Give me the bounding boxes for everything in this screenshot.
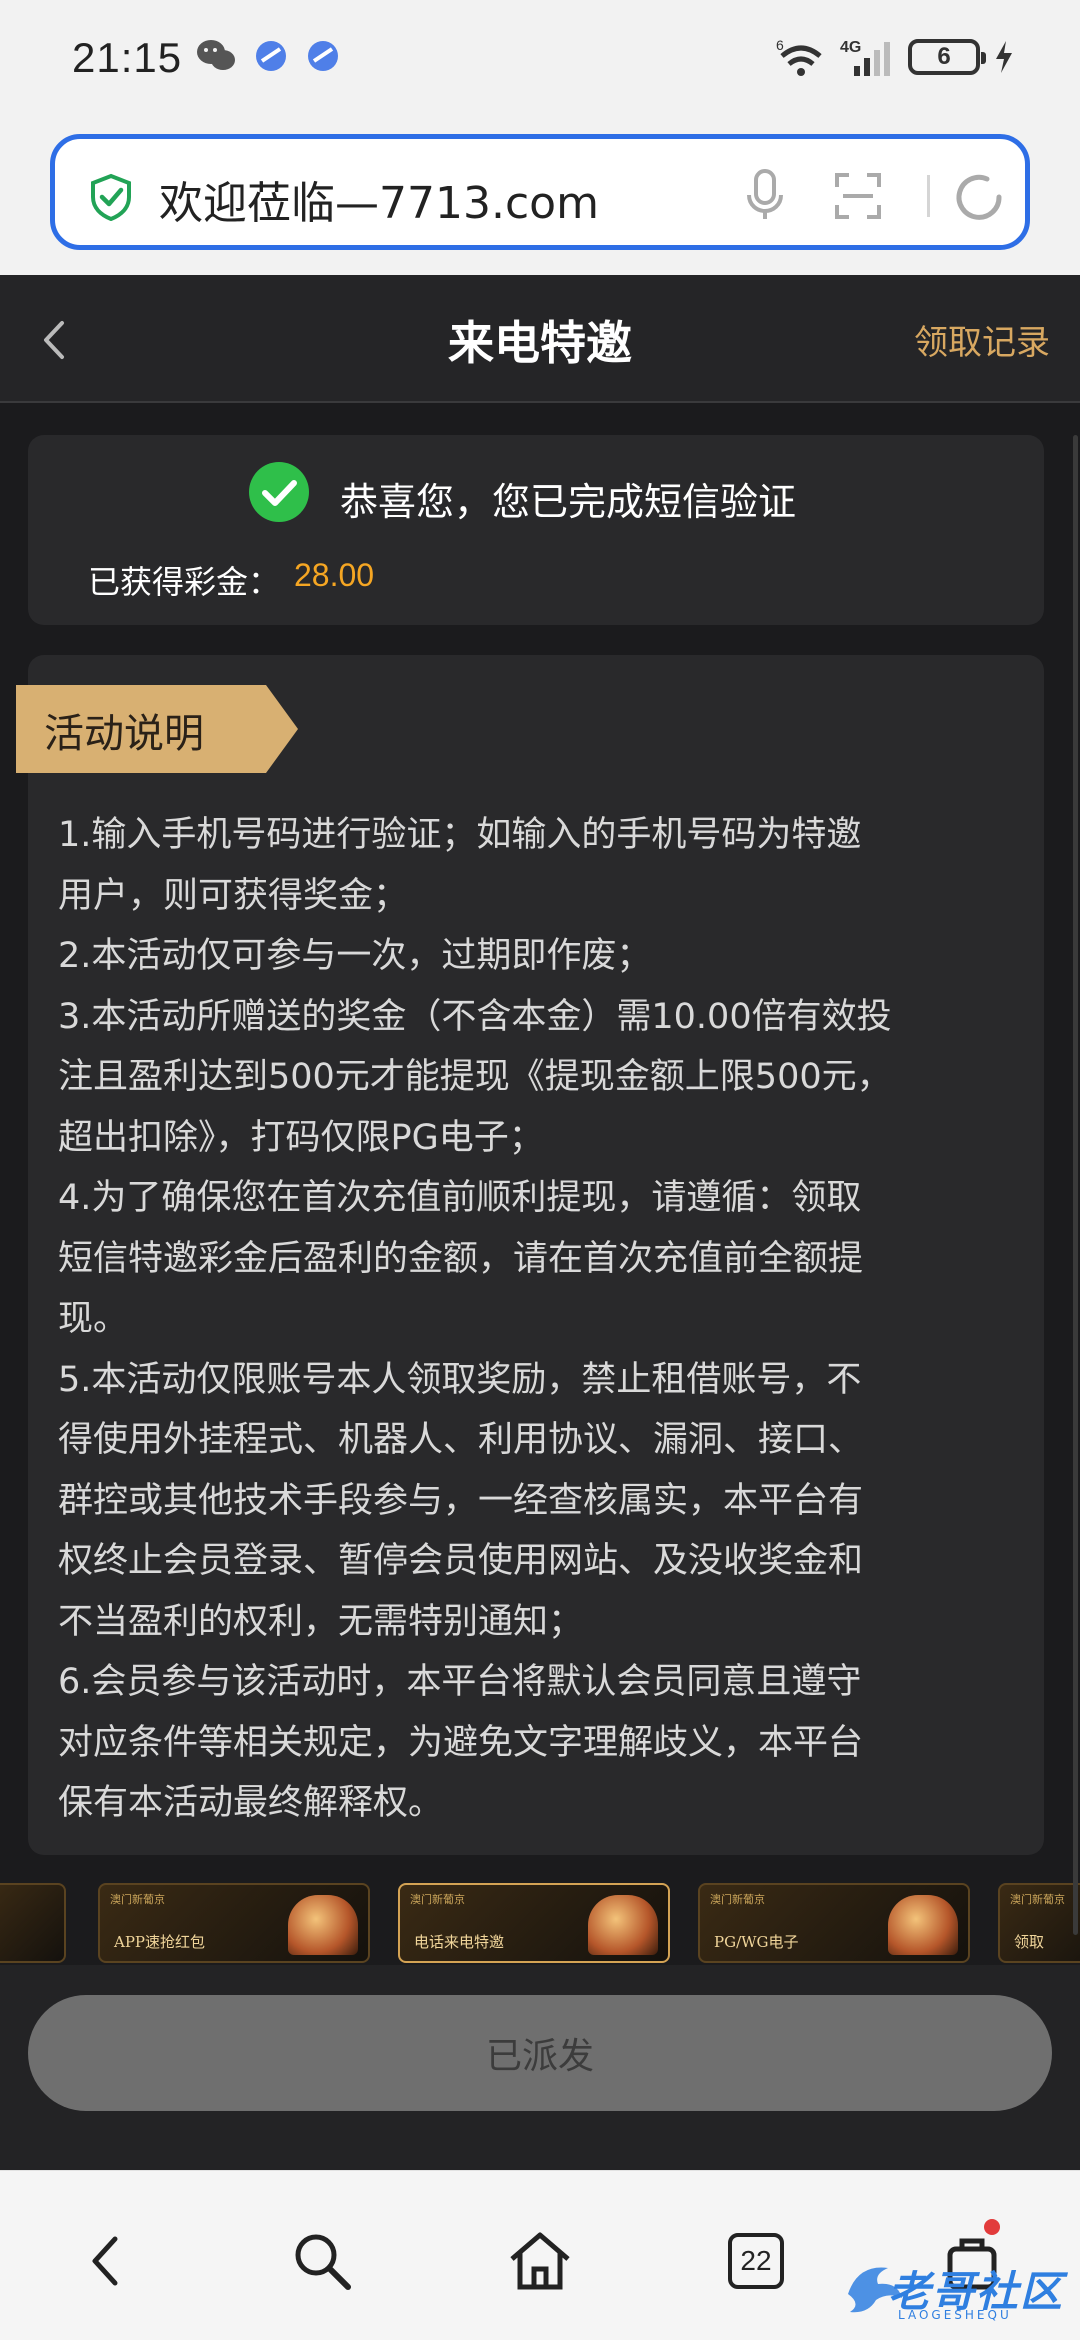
rule-line: 现。 — [58, 1299, 129, 1339]
rule-line: 对应条件等相关规定，为避免文字理解歧义，本平台 — [58, 1722, 864, 1763]
dispatched-button[interactable]: 已派发 — [28, 1995, 1052, 2111]
banner-title: 电话来电特邀 — [414, 1933, 505, 1951]
nav-home-button[interactable] — [500, 2221, 580, 2301]
claim-records-link[interactable]: 领取记录 — [914, 315, 1050, 364]
bonus-label: 已获得彩金： — [88, 563, 281, 601]
nav-back-button[interactable] — [66, 2221, 146, 2301]
promo-banner[interactable]: 澳门新葡京 领取 — [998, 1883, 1080, 1963]
divider — [927, 175, 930, 217]
status-bar: 21:15 6 4G 6 — [0, 0, 1080, 120]
banner-title: PG/WG电子 — [714, 1933, 799, 1951]
url-text[interactable]: 欢迎莅临—7713.com — [159, 167, 599, 231]
rule-line: 3.本活动所赠送的奖金（不含本金）需10.00倍有效投 — [58, 996, 892, 1037]
check-circle-icon — [249, 462, 309, 522]
rule-line: 5.本活动仅限账号本人领取奖励，禁止租借账号，不 — [58, 1359, 862, 1400]
promo-banner-active[interactable]: 澳门新葡京 电话来电特邀 — [398, 1883, 670, 1963]
rule-line: 超出扣除》，打码仅限PG电子； — [58, 1117, 544, 1158]
rules-text: 1.输入手机号码进行验证；如输入的手机号码为特邀 用户，则可获得奖金； 2.本活… — [58, 805, 1038, 1834]
secure-shield-icon — [91, 173, 131, 221]
watermark-subtext: LAOGESHEQU — [898, 2308, 1012, 2322]
rule-line: 注且盈利达到500元才能提现《提现金额上限500元， — [58, 1057, 892, 1097]
notification-icons — [196, 38, 340, 74]
system-icons: 6 4G 6 — [776, 36, 1014, 78]
rule-line: 2.本活动仅可参与一次，过期即作废； — [58, 936, 652, 976]
wifi-icon: 6 — [776, 37, 822, 76]
banner-image — [588, 1895, 658, 1955]
bonus-value: 28.00 — [294, 557, 375, 593]
banner-brand: 澳门新葡京 — [1010, 1893, 1065, 1906]
action-bar: 已派发 — [0, 1965, 1080, 2170]
reload-icon[interactable] — [949, 167, 1009, 227]
verification-message: 恭喜您，您已完成短信验证 — [340, 480, 797, 524]
banner-title: 领取 — [1014, 1933, 1045, 1951]
svg-text:4G: 4G — [840, 39, 861, 56]
rule-line: 用户，则可获得奖金； — [58, 875, 409, 916]
nav-search-button[interactable] — [282, 2221, 362, 2301]
rule-line: 1.输入手机号码进行验证；如输入的手机号码为特邀 — [58, 815, 862, 855]
rules-tag: 活动说明 — [16, 685, 306, 773]
promo-banner-carousel[interactable]: 澳门新葡京 APP速抢红包 澳门新葡京 电话来电特邀 澳门新葡京 PG/WG电子… — [0, 1883, 1080, 1963]
app-notification-icon — [256, 41, 286, 71]
rule-line: 保有本活动最终解释权。 — [58, 1783, 444, 1823]
rule-line: 得使用外挂程式、机器人、利用协议、漏洞、接口、 — [58, 1420, 864, 1460]
cellular-signal-icon: 4G — [840, 39, 890, 76]
battery-level: 6 — [937, 43, 951, 70]
wechat-icon — [197, 40, 235, 70]
rule-line: 不当盈利的权利，无需特别通知； — [58, 1601, 584, 1642]
banner-title: APP速抢红包 — [114, 1933, 206, 1951]
verification-card: 恭喜您，您已完成短信验证 已获得彩金： 28.00 — [28, 435, 1044, 625]
page-header: 来电特邀 领取记录 — [0, 275, 1080, 403]
battery-icon: 6 — [908, 39, 986, 75]
banner-image — [288, 1895, 358, 1955]
rule-line: 4.为了确保您在首次充值前顺利提现，请遵循：领取 — [58, 1178, 862, 1218]
banner-brand: 澳门新葡京 — [410, 1893, 465, 1906]
watermark-logo: 老哥社区 LAOGESHEQU — [838, 2250, 1078, 2330]
promo-banner[interactable]: 澳门新葡京 PG/WG电子 — [698, 1883, 970, 1963]
app-notification-icon — [308, 41, 338, 71]
search-icon — [295, 2234, 351, 2290]
rule-line: 群控或其他技术手段参与，一经查核属实，本平台有 — [58, 1480, 864, 1521]
scrollbar[interactable] — [1073, 435, 1078, 1935]
home-icon — [510, 2232, 570, 2290]
charging-icon — [996, 41, 1012, 73]
nav-tabs-button[interactable]: 22 — [716, 2221, 796, 2301]
rules-tag-text: 活动说明 — [44, 711, 204, 757]
promo-banner[interactable] — [0, 1883, 66, 1963]
notification-dot — [984, 2219, 1000, 2235]
rule-line: 短信特邀彩金后盈利的金额，请在首次充值前全额提 — [58, 1238, 864, 1279]
microphone-icon[interactable] — [745, 167, 785, 223]
back-icon — [92, 2236, 118, 2286]
browser-toolbar: 欢迎莅临—7713.com — [0, 120, 1080, 275]
address-bar[interactable]: 欢迎莅临—7713.com — [50, 134, 1030, 250]
rule-line: 权终止会员登录、暂停会员使用网站、及没收奖金和 — [58, 1541, 864, 1581]
rule-line: 6.会员参与该活动时，本平台将默认会员同意且遵守 — [58, 1662, 862, 1702]
scan-icon[interactable] — [833, 171, 883, 221]
app-content: 来电特邀 领取记录 恭喜您，您已完成短信验证 已获得彩金： 28.00 活动说明… — [0, 275, 1080, 2170]
status-time: 21:15 — [72, 34, 183, 81]
banner-image — [888, 1895, 958, 1955]
svg-text:6: 6 — [776, 37, 784, 53]
banner-brand: 澳门新葡京 — [710, 1893, 765, 1906]
rules-card: 活动说明 1.输入手机号码进行验证；如输入的手机号码为特邀 用户，则可获得奖金；… — [16, 655, 1044, 1855]
banner-brand: 澳门新葡京 — [110, 1893, 165, 1906]
tabs-count: 22 — [728, 2233, 784, 2289]
promo-banner[interactable]: 澳门新葡京 APP速抢红包 — [98, 1883, 370, 1963]
